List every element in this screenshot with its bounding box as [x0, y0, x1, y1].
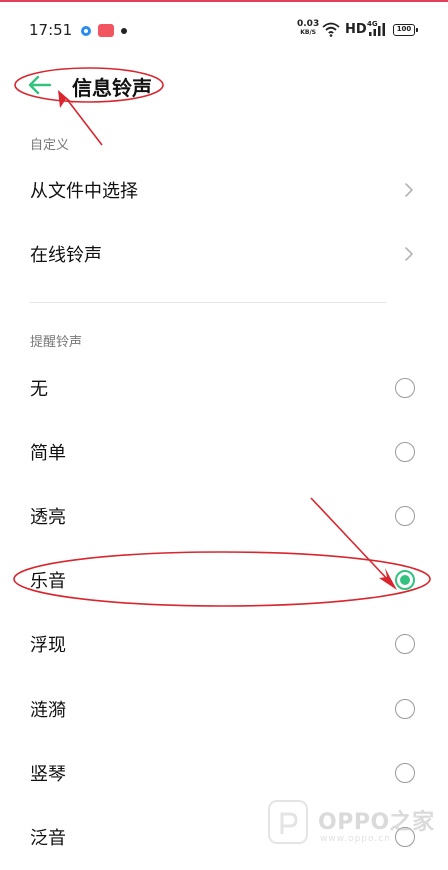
ringtone-option-none[interactable]: 无	[0, 356, 448, 420]
watermark-brand: OPPO之家	[318, 810, 435, 835]
row-label: 涟漪	[30, 700, 66, 721]
radio-button[interactable]	[395, 699, 415, 719]
hd-indicator: HD	[345, 22, 367, 37]
radio-button[interactable]	[395, 634, 415, 654]
section-label-custom: 自定义	[30, 138, 70, 153]
radio-button-selected[interactable]	[395, 570, 415, 590]
back-arrow-icon[interactable]	[24, 70, 54, 100]
row-label: 简单	[30, 443, 66, 464]
more-notifications-dot-icon	[121, 28, 127, 34]
watermark: OPPO之家 www.oppo.cn	[268, 798, 438, 854]
status-bar: 17:51 0.03 KB/S HD 4G 100	[0, 2, 448, 54]
ringtone-option-simple[interactable]: 简单	[0, 420, 448, 484]
row-label: 竖琴	[30, 764, 66, 785]
ringtone-option-emerge[interactable]: 浮现	[0, 612, 448, 676]
watermark-url: www.oppo.cn	[320, 834, 391, 844]
radio-button[interactable]	[395, 506, 415, 526]
battery-icon: 100	[393, 24, 418, 36]
chevron-right-icon	[405, 183, 413, 197]
row-label: 在线铃声	[30, 245, 102, 266]
notification-badge-icon	[98, 24, 114, 37]
page-header: 信息铃声	[0, 54, 448, 114]
row-label: 泛音	[30, 828, 66, 849]
radio-button[interactable]	[395, 763, 415, 783]
chevron-right-icon	[405, 247, 413, 261]
section-divider	[30, 302, 386, 303]
online-ringtone-item[interactable]: 在线铃声	[0, 222, 448, 286]
choose-from-file-item[interactable]: 从文件中选择	[0, 158, 448, 222]
row-label: 透亮	[30, 507, 66, 528]
radio-button[interactable]	[395, 442, 415, 462]
ringtone-option-ripple[interactable]: 涟漪	[0, 677, 448, 741]
row-label: 乐音	[30, 571, 66, 592]
page-title: 信息铃声	[72, 76, 152, 100]
oppo-logo-icon	[268, 800, 308, 844]
status-time: 17:51	[29, 21, 73, 39]
ringtone-option-harp[interactable]: 竖琴	[0, 741, 448, 805]
ringtone-option-music[interactable]: 乐音	[0, 548, 448, 612]
network-speed: 0.03 KB/S	[297, 19, 320, 37]
ringtone-option-bright[interactable]: 透亮	[0, 484, 448, 548]
wifi-icon	[322, 22, 340, 37]
row-label: 从文件中选择	[30, 181, 138, 202]
row-label: 浮现	[30, 635, 66, 656]
radio-button[interactable]	[395, 378, 415, 398]
section-label-ringtones: 提醒铃声	[30, 335, 83, 350]
notification-app-icon	[81, 26, 91, 36]
row-label: 无	[30, 379, 48, 400]
